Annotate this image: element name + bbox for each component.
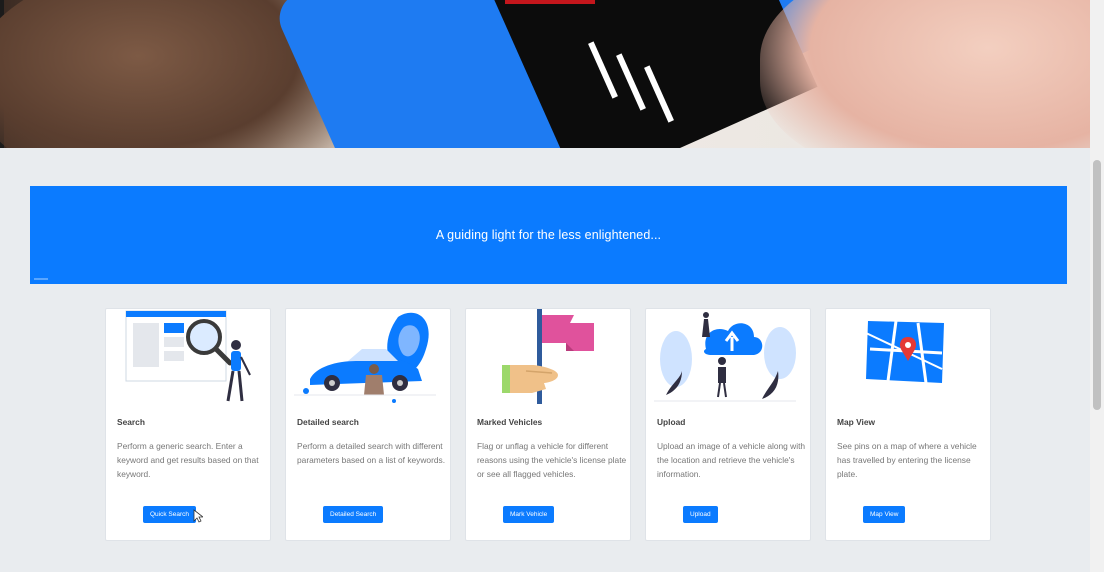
tagline-banner: A guiding light for the less enlightened… — [30, 186, 1067, 284]
card-title: Marked Vehicles — [477, 417, 543, 427]
card-title: Upload — [657, 417, 686, 427]
card-title: Search — [117, 417, 145, 427]
card-description: Perform a detailed search with different… — [297, 441, 446, 465]
page-scrollbar[interactable] — [1090, 0, 1104, 572]
card-marked-vehicles: Marked Vehicles Flag or unflag a vehicle… — [465, 308, 631, 541]
card-description: See pins on a map of where a vehicle has… — [837, 441, 977, 479]
scrollbar-thumb[interactable] — [1093, 160, 1101, 410]
hero-image — [0, 0, 1104, 148]
card-title: Map View — [837, 417, 876, 427]
card-search: Search Perform a generic search. Enter a… — [105, 308, 271, 541]
card-description: Upload an image of a vehicle along with … — [657, 441, 806, 479]
mark-vehicle-button[interactable]: Mark Vehicle — [503, 506, 555, 523]
hero-hand — [760, 0, 1104, 148]
card-detailed-search: Detailed search Perform a detailed searc… — [285, 308, 451, 541]
card-map-view: Map View See pins on a map of where a ve… — [825, 308, 991, 541]
search-illustration-icon — [125, 310, 251, 402]
car-illustration-icon — [294, 312, 436, 403]
map-pin-illustration-icon — [865, 320, 944, 384]
hero-red-tab — [505, 0, 595, 4]
card-description: Flag or unflag a vehicle for different r… — [477, 441, 627, 479]
banner-tagline: A guiding light for the less enlightened… — [435, 228, 662, 242]
flag-illustration-icon — [502, 309, 594, 404]
quick-search-button[interactable]: Quick Search — [143, 506, 197, 523]
detailed-search-button[interactable]: Detailed Search — [323, 506, 384, 523]
card-title: Detailed search — [297, 417, 359, 427]
card-description: Perform a generic search. Enter a keywor… — [117, 441, 259, 479]
card-upload: Upload Upload an image of a vehicle alon… — [645, 308, 811, 541]
cloud-upload-illustration-icon — [654, 312, 796, 402]
map-view-button[interactable]: Map View — [863, 506, 906, 523]
upload-button[interactable]: Upload — [683, 506, 718, 523]
mouse-cursor-icon — [193, 509, 203, 523]
banner-mark — [34, 278, 48, 280]
